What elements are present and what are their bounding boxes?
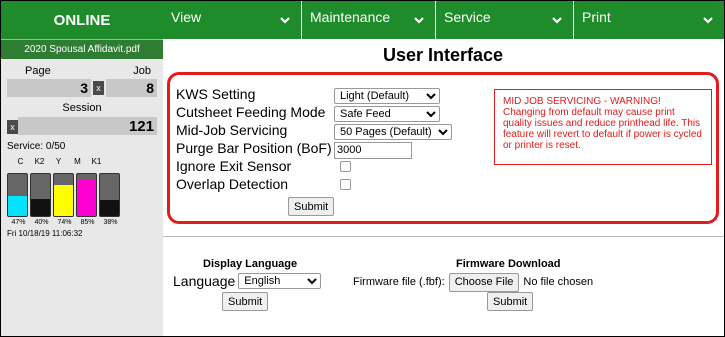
nav-view[interactable]: View: [163, 1, 302, 39]
ink-tanks: [1, 173, 163, 217]
chevron-down-icon: [280, 17, 290, 24]
nav-maintenance[interactable]: Maintenance: [302, 1, 436, 39]
nav-service-label: Service: [444, 9, 491, 25]
ink-pct-m: 85%: [80, 219, 95, 226]
ink-labels: C K2 Y M K1: [1, 157, 163, 167]
session-counter: 121: [18, 117, 157, 135]
ink-tank-k2: [30, 173, 51, 217]
online-status: ONLINE: [1, 1, 163, 39]
chevron-down-icon: [552, 17, 562, 24]
language-row: Language English: [173, 272, 322, 290]
kws-setting-select[interactable]: Light (Default): [334, 88, 440, 104]
clear-page-button[interactable]: x: [93, 81, 104, 95]
ink-pct-k2: 40%: [34, 219, 49, 226]
chevron-down-icon: [703, 17, 713, 24]
purge-bar-label: Purge Bar Position (BoF): [176, 140, 332, 156]
cutsheet-feeding-select[interactable]: Safe Feed: [334, 106, 440, 122]
ignore-exit-sensor-checkbox[interactable]: [340, 161, 351, 172]
ink-fill-m: [77, 180, 96, 216]
nav-print-label: Print: [582, 9, 611, 25]
kws-setting-label: KWS Setting: [176, 86, 256, 102]
no-file-chosen-text: No file chosen: [523, 276, 594, 288]
settings-panel: KWS Setting Light (Default) Cutsheet Fee…: [167, 72, 719, 224]
page-title: User Interface: [382, 45, 504, 65]
midjob-servicing-label: Mid-Job Servicing: [176, 122, 288, 138]
ink-tank-c: [7, 173, 28, 217]
midjob-warning-box: MID JOB SERVICING - WARNING! Changing fr…: [494, 89, 712, 165]
ink-fill-y: [54, 184, 73, 216]
display-language-title: Display Language: [203, 258, 298, 270]
settings-submit-button[interactable]: Submit: [288, 197, 335, 216]
midjob-servicing-select[interactable]: 50 Pages (Default): [334, 124, 452, 140]
ink-label-k2: K2: [34, 157, 45, 166]
ink-fill-c: [8, 196, 27, 216]
firmware-submit-button[interactable]: Submit: [487, 292, 534, 311]
top-nav: View Maintenance Service Print: [163, 1, 724, 39]
job-label: Job: [133, 65, 151, 77]
purge-bar-input[interactable]: [334, 141, 412, 159]
clear-session-button[interactable]: x: [7, 120, 18, 134]
firmware-row: Firmware file (.fbf): Choose File No fil…: [353, 272, 594, 292]
language-label: Language: [173, 273, 236, 289]
nav-print[interactable]: Print: [574, 1, 724, 39]
current-filename: 2020 Spousal Affidavit.pdf: [1, 39, 163, 59]
ink-pct-c: 47%: [11, 219, 26, 226]
ink-tank-k1: [99, 173, 120, 217]
language-select[interactable]: English: [238, 273, 322, 289]
nav-view-label: View: [171, 9, 202, 25]
ink-label-y: Y: [55, 157, 62, 166]
session-label: Session: [62, 102, 102, 114]
ink-label-c: C: [17, 157, 24, 166]
ink-pct-k1: 38%: [103, 219, 118, 226]
language-submit-button[interactable]: Submit: [222, 292, 269, 311]
ink-fill-k1: [100, 200, 119, 216]
overlap-detection-label: Overlap Detection: [176, 176, 289, 192]
ink-tank-y: [53, 173, 74, 217]
cutsheet-feeding-label: Cutsheet Feeding Mode: [176, 104, 326, 120]
job-counter: 8: [106, 79, 157, 97]
service-count: Service: 0/50: [7, 141, 66, 152]
ink-label-k1: K1: [91, 157, 102, 166]
ink-label-m: M: [74, 157, 81, 166]
ink-percentages: 47% 40% 74% 85% 38%: [1, 219, 163, 228]
nav-service[interactable]: Service: [436, 1, 574, 39]
chevron-down-icon: [414, 17, 424, 24]
ink-fill-k2: [31, 199, 50, 216]
ink-tank-m: [76, 173, 97, 217]
ignore-exit-sensor-label: Ignore Exit Sensor: [176, 158, 292, 174]
ink-pct-y: 74%: [57, 219, 72, 226]
current-datetime: Fri 10/18/19 11:06:32: [7, 229, 83, 238]
section-divider: [163, 236, 724, 237]
choose-file-button[interactable]: Choose File: [448, 272, 520, 292]
page-label: Page: [25, 65, 51, 77]
firmware-file-label: Firmware file (.fbf):: [353, 276, 445, 288]
page-counter: 3: [7, 79, 91, 97]
overlap-detection-checkbox[interactable]: [340, 179, 351, 190]
printer-status-sidebar: ONLINE 2020 Spousal Affidavit.pdf Page J…: [1, 1, 163, 336]
nav-maintenance-label: Maintenance: [310, 9, 391, 25]
firmware-download-title: Firmware Download: [456, 258, 561, 270]
